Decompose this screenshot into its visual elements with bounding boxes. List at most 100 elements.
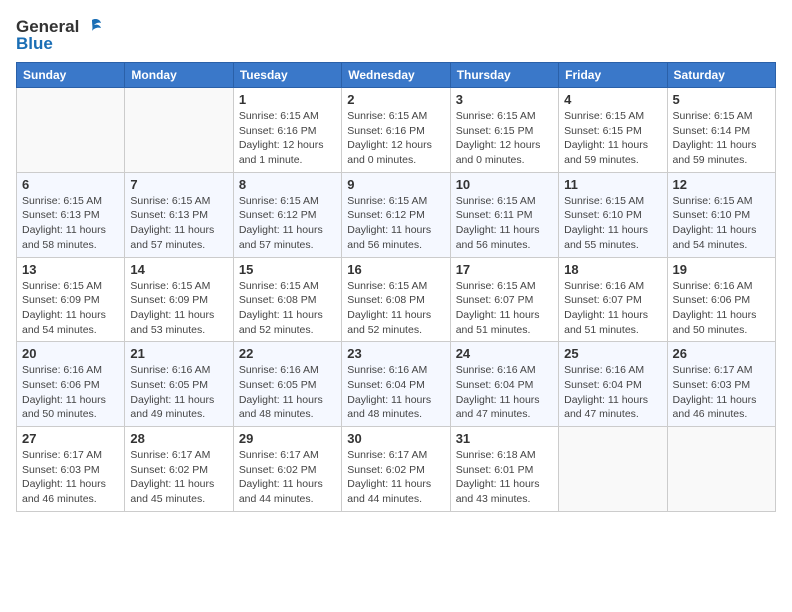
- day-info: Sunrise: 6:17 AMSunset: 6:03 PMDaylight:…: [22, 448, 119, 507]
- calendar-cell: 14Sunrise: 6:15 AMSunset: 6:09 PMDayligh…: [125, 257, 233, 342]
- day-number: 21: [130, 346, 227, 361]
- day-number: 5: [673, 92, 770, 107]
- day-number: 10: [456, 177, 553, 192]
- day-number: 17: [456, 262, 553, 277]
- day-info: Sunrise: 6:17 AMSunset: 6:02 PMDaylight:…: [130, 448, 227, 507]
- day-info: Sunrise: 6:15 AMSunset: 6:15 PMDaylight:…: [564, 109, 661, 168]
- calendar-cell: 8Sunrise: 6:15 AMSunset: 6:12 PMDaylight…: [233, 172, 341, 257]
- calendar-week-3: 20 Sunrise: 6:16 AMSunset: 6:06 PMDayligh…: [17, 342, 776, 427]
- calendar-cell: 15 Sunrise: 6:15 AMSunset: 6:08 PMDayligh…: [233, 257, 341, 342]
- day-info: Sunrise: 6:15 AMSunset: 6:10 PMDaylight:…: [564, 194, 661, 253]
- calendar-week-4: 27 Sunrise: 6:17 AMSunset: 6:03 PMDayligh…: [17, 427, 776, 512]
- calendar-cell: [125, 88, 233, 173]
- day-info: Sunrise: 6:16 AMSunset: 6:06 PMDaylight:…: [22, 363, 119, 422]
- calendar-cell: 4 Sunrise: 6:15 AMSunset: 6:15 PMDaylight…: [559, 88, 667, 173]
- day-number: 29: [239, 431, 336, 446]
- day-number: 20: [22, 346, 119, 361]
- day-header-friday: Friday: [559, 63, 667, 88]
- calendar-cell: [17, 88, 125, 173]
- day-number: 23: [347, 346, 444, 361]
- calendar-cell: 19 Sunrise: 6:16 AMSunset: 6:06 PMDayligh…: [667, 257, 775, 342]
- day-info: Sunrise: 6:16 AMSunset: 6:05 PMDaylight:…: [130, 363, 227, 422]
- day-header-monday: Monday: [125, 63, 233, 88]
- calendar-cell: 26 Sunrise: 6:17 AMSunset: 6:03 PMDayligh…: [667, 342, 775, 427]
- day-number: 3: [456, 92, 553, 107]
- day-info: Sunrise: 6:17 AMSunset: 6:02 PMDaylight:…: [347, 448, 444, 507]
- calendar-cell: 30Sunrise: 6:17 AMSunset: 6:02 PMDayligh…: [342, 427, 450, 512]
- calendar-cell: [667, 427, 775, 512]
- calendar-cell: 29 Sunrise: 6:17 AMSunset: 6:02 PMDayligh…: [233, 427, 341, 512]
- calendar-cell: 23Sunrise: 6:16 AMSunset: 6:04 PMDayligh…: [342, 342, 450, 427]
- day-header-saturday: Saturday: [667, 63, 775, 88]
- day-info: Sunrise: 6:15 AMSunset: 6:09 PMDaylight:…: [22, 279, 119, 338]
- calendar-cell: 11 Sunrise: 6:15 AMSunset: 6:10 PMDayligh…: [559, 172, 667, 257]
- calendar-cell: 17 Sunrise: 6:15 AMSunset: 6:07 PMDayligh…: [450, 257, 558, 342]
- day-number: 12: [673, 177, 770, 192]
- day-info: Sunrise: 6:18 AMSunset: 6:01 PMDaylight:…: [456, 448, 553, 507]
- calendar-cell: 2 Sunrise: 6:15 AMSunset: 6:16 PMDaylight…: [342, 88, 450, 173]
- day-number: 28: [130, 431, 227, 446]
- calendar-week-0: 1Sunrise: 6:15 AMSunset: 6:16 PMDaylight…: [17, 88, 776, 173]
- day-header-sunday: Sunday: [17, 63, 125, 88]
- day-number: 11: [564, 177, 661, 192]
- day-header-thursday: Thursday: [450, 63, 558, 88]
- day-info: Sunrise: 6:17 AMSunset: 6:02 PMDaylight:…: [239, 448, 336, 507]
- day-info: Sunrise: 6:15 AMSunset: 6:12 PMDaylight:…: [347, 194, 444, 253]
- day-info: Sunrise: 6:16 AMSunset: 6:05 PMDaylight:…: [239, 363, 336, 422]
- day-number: 4: [564, 92, 661, 107]
- day-info: Sunrise: 6:15 AMSunset: 6:11 PMDaylight:…: [456, 194, 553, 253]
- day-info: Sunrise: 6:15 AMSunset: 6:08 PMDaylight:…: [347, 279, 444, 338]
- calendar-cell: 5 Sunrise: 6:15 AMSunset: 6:14 PMDaylight…: [667, 88, 775, 173]
- day-number: 27: [22, 431, 119, 446]
- day-info: Sunrise: 6:15 AMSunset: 6:09 PMDaylight:…: [130, 279, 227, 338]
- day-info: Sunrise: 6:16 AMSunset: 6:06 PMDaylight:…: [673, 279, 770, 338]
- calendar-week-2: 13 Sunrise: 6:15 AMSunset: 6:09 PMDayligh…: [17, 257, 776, 342]
- calendar-cell: 20 Sunrise: 6:16 AMSunset: 6:06 PMDayligh…: [17, 342, 125, 427]
- day-number: 13: [22, 262, 119, 277]
- page-header: General Blue: [16, 16, 776, 54]
- calendar-cell: 13 Sunrise: 6:15 AMSunset: 6:09 PMDayligh…: [17, 257, 125, 342]
- day-info: Sunrise: 6:15 AMSunset: 6:16 PMDaylight:…: [239, 109, 336, 168]
- day-number: 31: [456, 431, 553, 446]
- day-header-wednesday: Wednesday: [342, 63, 450, 88]
- calendar-cell: 1Sunrise: 6:15 AMSunset: 6:16 PMDaylight…: [233, 88, 341, 173]
- calendar-cell: [559, 427, 667, 512]
- day-info: Sunrise: 6:15 AMSunset: 6:08 PMDaylight:…: [239, 279, 336, 338]
- day-info: Sunrise: 6:15 AMSunset: 6:16 PMDaylight:…: [347, 109, 444, 168]
- calendar-cell: 31 Sunrise: 6:18 AMSunset: 6:01 PMDayligh…: [450, 427, 558, 512]
- calendar-cell: 22 Sunrise: 6:16 AMSunset: 6:05 PMDayligh…: [233, 342, 341, 427]
- calendar-cell: 7 Sunrise: 6:15 AMSunset: 6:13 PMDaylight…: [125, 172, 233, 257]
- day-number: 8: [239, 177, 336, 192]
- day-info: Sunrise: 6:17 AMSunset: 6:03 PMDaylight:…: [673, 363, 770, 422]
- day-info: Sunrise: 6:15 AMSunset: 6:07 PMDaylight:…: [456, 279, 553, 338]
- day-info: Sunrise: 6:15 AMSunset: 6:15 PMDaylight:…: [456, 109, 553, 168]
- day-number: 26: [673, 346, 770, 361]
- day-number: 15: [239, 262, 336, 277]
- calendar-cell: 24Sunrise: 6:16 AMSunset: 6:04 PMDayligh…: [450, 342, 558, 427]
- day-header-tuesday: Tuesday: [233, 63, 341, 88]
- calendar-week-1: 6 Sunrise: 6:15 AMSunset: 6:13 PMDaylight…: [17, 172, 776, 257]
- day-info: Sunrise: 6:16 AMSunset: 6:07 PMDaylight:…: [564, 279, 661, 338]
- day-info: Sunrise: 6:15 AMSunset: 6:14 PMDaylight:…: [673, 109, 770, 168]
- calendar-cell: 10 Sunrise: 6:15 AMSunset: 6:11 PMDayligh…: [450, 172, 558, 257]
- day-number: 25: [564, 346, 661, 361]
- day-number: 24: [456, 346, 553, 361]
- day-number: 22: [239, 346, 336, 361]
- logo-blue-text: Blue: [16, 34, 53, 54]
- calendar-cell: 12 Sunrise: 6:15 AMSunset: 6:10 PMDayligh…: [667, 172, 775, 257]
- calendar-cell: 18Sunrise: 6:16 AMSunset: 6:07 PMDayligh…: [559, 257, 667, 342]
- day-number: 6: [22, 177, 119, 192]
- day-number: 19: [673, 262, 770, 277]
- day-number: 7: [130, 177, 227, 192]
- day-number: 16: [347, 262, 444, 277]
- day-info: Sunrise: 6:15 AMSunset: 6:13 PMDaylight:…: [130, 194, 227, 253]
- calendar-cell: 9Sunrise: 6:15 AMSunset: 6:12 PMDaylight…: [342, 172, 450, 257]
- calendar-cell: 27 Sunrise: 6:17 AMSunset: 6:03 PMDayligh…: [17, 427, 125, 512]
- day-info: Sunrise: 6:15 AMSunset: 6:10 PMDaylight:…: [673, 194, 770, 253]
- day-info: Sunrise: 6:16 AMSunset: 6:04 PMDaylight:…: [564, 363, 661, 422]
- calendar-cell: 3 Sunrise: 6:15 AMSunset: 6:15 PMDaylight…: [450, 88, 558, 173]
- calendar-table: SundayMondayTuesdayWednesdayThursdayFrid…: [16, 62, 776, 512]
- day-info: Sunrise: 6:15 AMSunset: 6:13 PMDaylight:…: [22, 194, 119, 253]
- day-number: 2: [347, 92, 444, 107]
- logo: General Blue: [16, 16, 103, 54]
